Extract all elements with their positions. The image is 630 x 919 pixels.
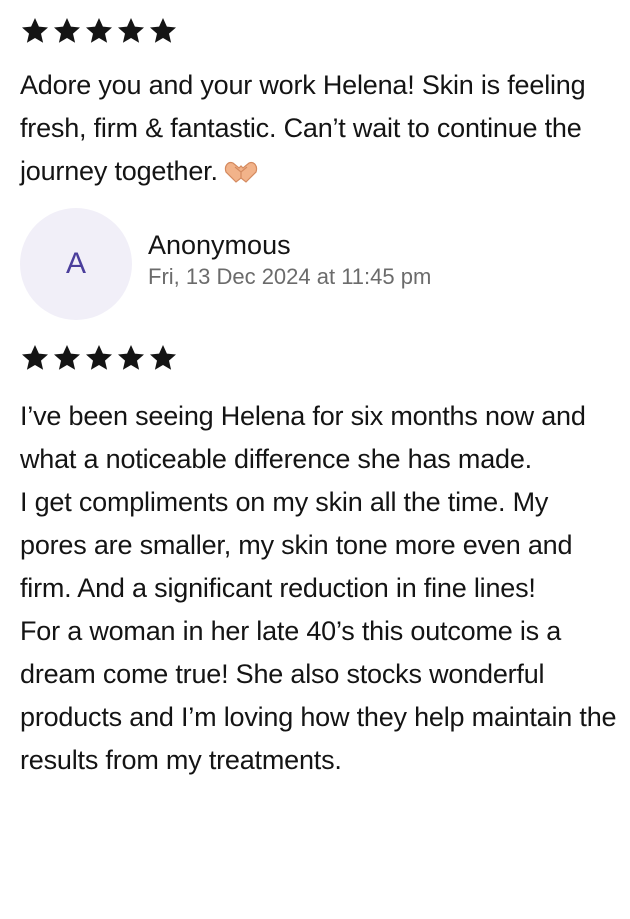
star-icon <box>116 16 146 46</box>
avatar: A <box>20 208 132 320</box>
star-icon <box>148 343 178 373</box>
heart-hands-emoji <box>222 154 260 183</box>
star-icon <box>84 16 114 46</box>
star-icon <box>52 16 82 46</box>
review-text: Adore you and your work Helena! Skin is … <box>20 64 620 193</box>
review-date: Fri, 13 Dec 2024 at 11:45 pm <box>148 264 432 289</box>
reviewer-name: Anonymous <box>148 230 291 260</box>
star-icon <box>84 343 114 373</box>
review-body: Adore you and your work Helena! Skin is … <box>20 70 586 186</box>
star-icon <box>52 343 82 373</box>
reviewer-header: A Anonymous Fri, 13 Dec 2024 at 11:45 pm <box>20 208 431 320</box>
review-card: Adore you and your work Helena! Skin is … <box>20 16 620 193</box>
reviewer-meta: Anonymous Fri, 13 Dec 2024 at 11:45 pm <box>148 228 431 292</box>
avatar-initial: A <box>65 247 86 280</box>
star-icon <box>148 16 178 46</box>
rating-stars <box>20 16 620 46</box>
rating-stars <box>20 343 620 373</box>
star-icon <box>116 343 146 373</box>
star-icon <box>20 343 50 373</box>
star-icon <box>20 16 50 46</box>
review-card: I’ve been seeing Helena for six months n… <box>20 343 620 782</box>
review-text: I’ve been seeing Helena for six months n… <box>20 401 617 775</box>
